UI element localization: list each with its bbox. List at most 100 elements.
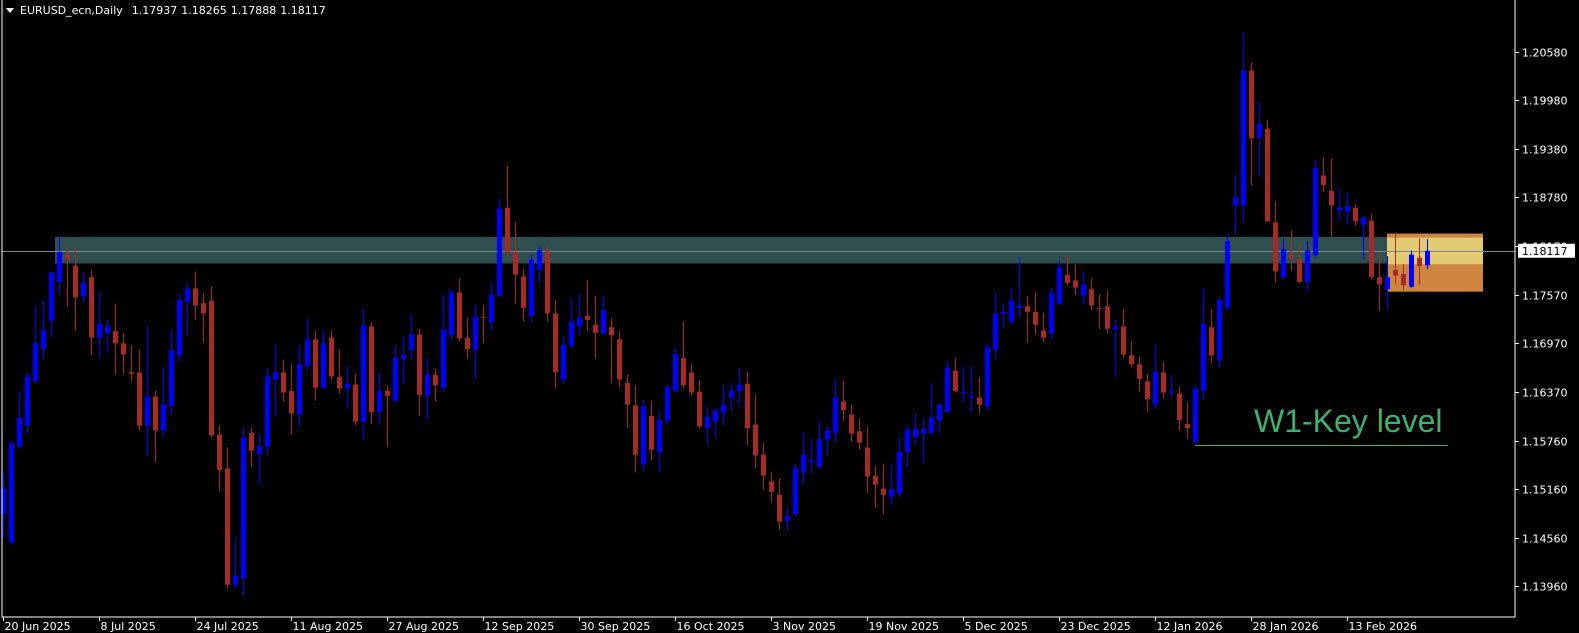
y-tick-label: 1.19980 xyxy=(1522,95,1568,108)
chart-header: EURUSD_ecn,Daily 1.17937 1.18265 1.17888… xyxy=(6,4,326,17)
candle-body xyxy=(849,414,854,434)
candle-body xyxy=(953,370,958,391)
candle-body xyxy=(697,391,702,427)
candle-body xyxy=(969,395,974,398)
x-tick-label: 16 Oct 2025 xyxy=(677,620,745,633)
candle-body xyxy=(721,404,726,413)
y-tick-label: 1.17570 xyxy=(1522,290,1568,303)
candle-body xyxy=(825,430,830,440)
candle xyxy=(329,330,334,380)
candle-body xyxy=(729,390,734,398)
candle-body xyxy=(1249,70,1254,139)
candle-body xyxy=(545,251,550,314)
y-tick-label: 1.19380 xyxy=(1522,144,1568,157)
candle-body xyxy=(289,390,294,414)
symbol-timeframe: EURUSD_ecn,Daily xyxy=(20,4,123,17)
x-tick-label: 19 Nov 2025 xyxy=(869,620,939,633)
candle-body xyxy=(105,326,110,333)
candle-body xyxy=(1217,299,1222,361)
candle-body xyxy=(465,337,470,349)
candle-body xyxy=(681,357,686,386)
candle-body xyxy=(897,451,902,494)
candle-body xyxy=(1281,248,1286,278)
close-value: 1.18117 xyxy=(280,4,326,17)
candle-body xyxy=(881,488,886,496)
candle-body xyxy=(281,372,286,393)
candle-body xyxy=(313,339,318,388)
candle xyxy=(985,343,990,411)
y-tick-label: 1.18780 xyxy=(1522,192,1568,205)
candle-body xyxy=(945,367,950,412)
candle xyxy=(449,289,454,342)
candle-body xyxy=(1425,250,1430,266)
candle xyxy=(1265,119,1270,223)
candle-body xyxy=(857,431,862,443)
candle-body xyxy=(801,454,806,473)
candle-body xyxy=(1129,355,1134,365)
candle-body xyxy=(433,374,438,386)
candle-body xyxy=(1097,307,1102,309)
candle-body xyxy=(841,401,846,411)
candle-body xyxy=(737,384,742,391)
candle-body xyxy=(177,299,182,356)
candle-body xyxy=(873,475,878,485)
candle-body xyxy=(1345,206,1350,212)
price-chart[interactable]: W1-Key level 1.20580 1.19980 1.19380 1.1878… xyxy=(0,0,1579,633)
x-tick-label: 28 Jan 2026 xyxy=(1253,620,1319,633)
candle-body xyxy=(657,419,662,453)
candle-body xyxy=(785,516,790,521)
candle-body xyxy=(753,424,758,456)
candle-body xyxy=(1113,327,1118,330)
candle-body xyxy=(961,391,966,394)
candle-body xyxy=(745,383,750,429)
candle-body xyxy=(905,429,910,453)
candle-body xyxy=(1377,277,1382,285)
candle xyxy=(945,361,950,414)
open-value: 1.17937 xyxy=(131,4,178,17)
candle-body xyxy=(193,288,198,306)
candle-body xyxy=(713,410,718,422)
x-tick-label: 27 Aug 2025 xyxy=(389,620,459,633)
y-tick-label: 1.15160 xyxy=(1522,484,1568,497)
candle-body xyxy=(441,329,446,388)
candle-body xyxy=(1073,280,1078,288)
candle-body xyxy=(337,377,342,389)
key-level-label: W1-Key level xyxy=(1254,403,1443,439)
dropdown-triangle-icon[interactable] xyxy=(6,8,14,13)
candle-body xyxy=(833,397,838,433)
candle-body xyxy=(1201,323,1206,391)
candle-body xyxy=(249,432,254,451)
candle-body xyxy=(1161,372,1166,393)
candle xyxy=(641,399,646,471)
candle-body xyxy=(1361,217,1366,225)
candle-body xyxy=(185,288,190,302)
candle-body xyxy=(401,354,406,359)
candle-body xyxy=(169,350,174,407)
candle-body xyxy=(9,443,14,543)
candle-body xyxy=(993,313,998,350)
candle-body xyxy=(89,277,94,338)
candle xyxy=(617,331,622,388)
candle-body xyxy=(561,344,566,380)
candle-body xyxy=(353,384,358,422)
y-tick-label: 1.15760 xyxy=(1522,436,1568,449)
x-tick-label: 24 Jul 2025 xyxy=(197,620,259,633)
candle-body xyxy=(1105,306,1110,329)
candle-body xyxy=(929,417,934,433)
candle-body xyxy=(1233,197,1238,206)
candle-body xyxy=(1225,240,1230,308)
candle-body xyxy=(1417,257,1422,266)
candle xyxy=(1225,234,1230,311)
candle-body xyxy=(913,428,918,437)
candle-body xyxy=(673,353,678,391)
candle-body xyxy=(937,404,942,421)
x-tick-label: 12 Sep 2025 xyxy=(485,620,555,633)
candle xyxy=(1049,287,1054,340)
candle-body xyxy=(457,292,462,339)
candle-body xyxy=(97,323,102,338)
candle-body xyxy=(617,339,622,380)
chart-background xyxy=(0,0,1579,633)
candle-body xyxy=(17,417,22,447)
candle xyxy=(665,385,670,425)
candle-body xyxy=(369,326,374,412)
